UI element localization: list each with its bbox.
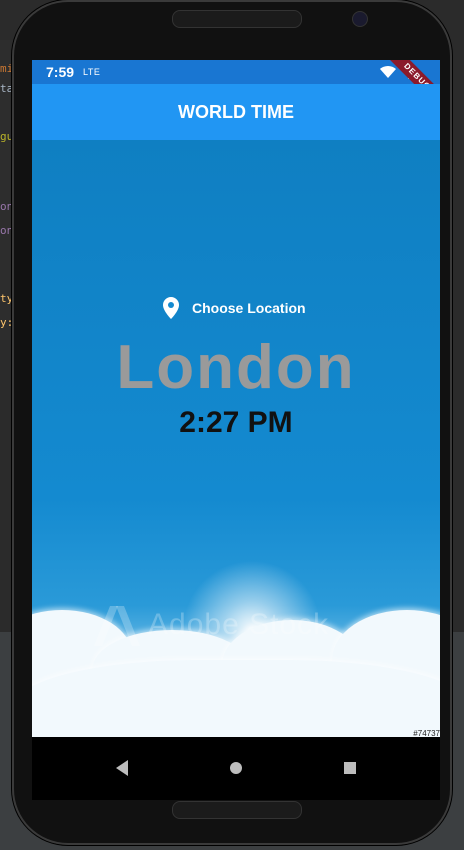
city-name: London	[116, 333, 356, 402]
top-speaker	[172, 10, 302, 28]
watermark-text: Adobe Stock	[148, 608, 330, 641]
phone-frame: 7:59 LTE DEBUG WORLD TIME Adobe Stock #7…	[12, 0, 452, 845]
network-type: LTE	[83, 67, 101, 77]
home-body: Adobe Stock #74737 Choose Location Londo…	[32, 140, 440, 737]
local-time: 2:27 PM	[179, 406, 293, 439]
location-pin-icon	[163, 297, 179, 319]
status-bar: 7:59 LTE DEBUG	[32, 60, 440, 114]
app-title: WORLD TIME	[178, 101, 294, 122]
status-time: 7:59	[46, 64, 75, 80]
choose-location-button[interactable]: Choose Location	[162, 294, 306, 322]
cloud	[32, 660, 440, 737]
bottom-speaker	[172, 801, 302, 819]
choose-location-label: Choose Location	[192, 300, 306, 316]
app-bar: WORLD TIME	[32, 84, 440, 140]
back-triangle-icon[interactable]	[110, 756, 134, 780]
recents-square-icon[interactable]	[338, 756, 362, 780]
navigation-bar	[32, 737, 440, 800]
phone-screen: 7:59 LTE DEBUG WORLD TIME Adobe Stock #7…	[32, 60, 440, 800]
adobe-logo-icon	[94, 606, 140, 646]
front-camera	[352, 11, 368, 27]
home-circle-icon[interactable]	[224, 756, 248, 780]
stock-id: #74737	[413, 729, 440, 737]
